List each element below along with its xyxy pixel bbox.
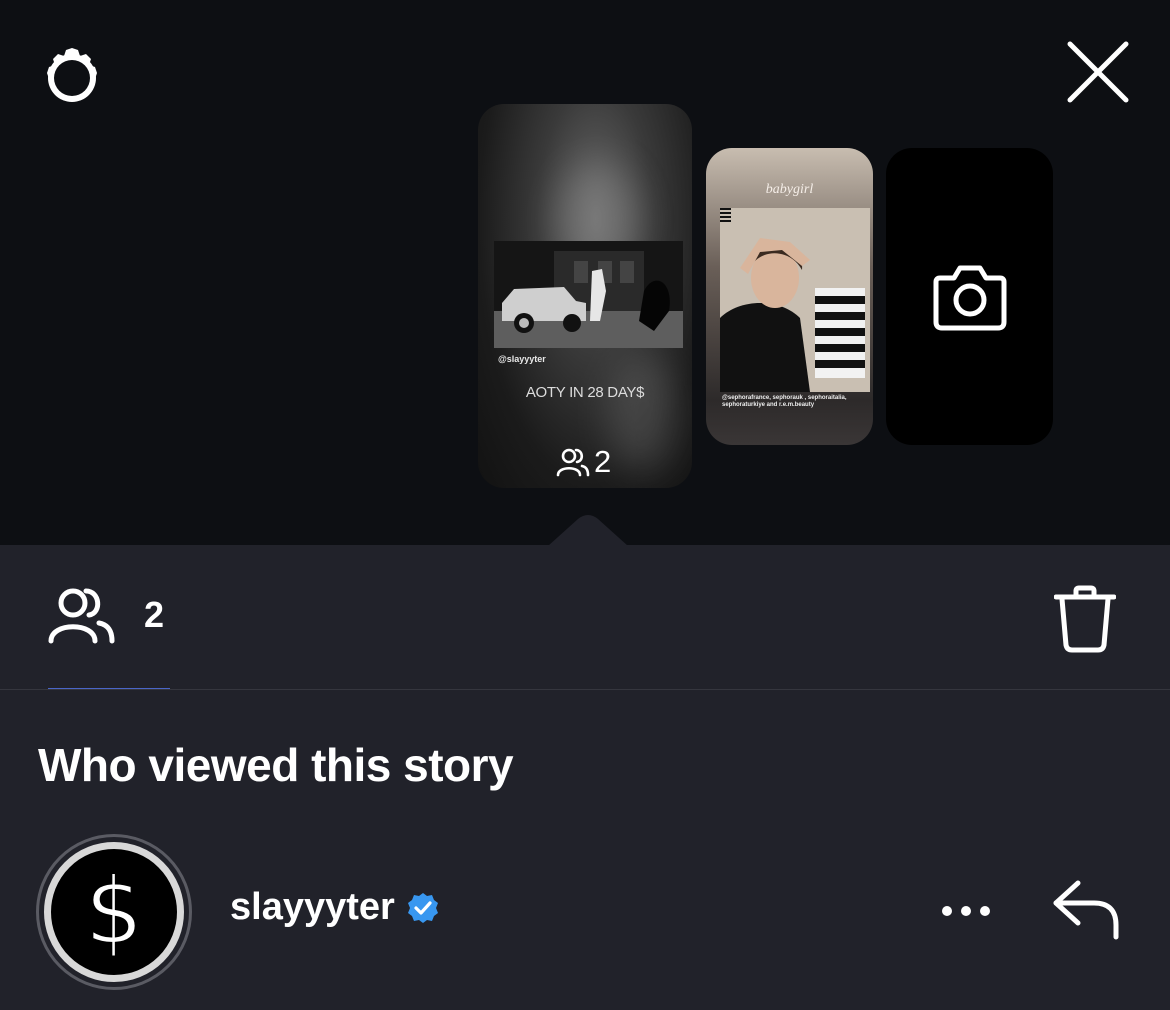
story-card-current[interactable]: @slayyyter AOTY IN 28 DAY$ 2 <box>478 104 692 488</box>
more-options-button[interactable] <box>930 878 1002 944</box>
reply-arrow-icon <box>1053 880 1119 940</box>
viewers-tab[interactable]: 2 <box>48 586 164 644</box>
story-photo <box>720 208 870 392</box>
username-text: slayyyter <box>230 886 395 928</box>
story-viewer-number: 2 <box>594 444 612 479</box>
close-icon <box>1067 41 1129 103</box>
story-photo <box>494 241 683 348</box>
story-stats-bar: 2 <box>0 546 1170 690</box>
viewers-icon <box>556 448 590 477</box>
story-viewer-count[interactable]: 2 <box>556 444 611 480</box>
trash-icon <box>1054 585 1116 653</box>
selected-card-pointer <box>548 515 628 546</box>
viewers-count: 2 <box>144 594 165 635</box>
reply-button[interactable] <box>1046 874 1126 944</box>
settings-button[interactable] <box>32 38 112 118</box>
delete-story-button[interactable] <box>1050 582 1120 656</box>
avatar-symbol: $ <box>84 858 145 965</box>
story-handle: @slayyyter <box>498 354 546 364</box>
story-caption: AOTY IN 28 DAY$ <box>525 384 645 401</box>
avatar[interactable]: $ <box>36 834 192 990</box>
close-button[interactable] <box>1058 32 1138 112</box>
viewer-list-item[interactable]: $ slayyyter <box>0 832 1170 992</box>
divider <box>0 689 1170 690</box>
camera-icon <box>933 265 1006 330</box>
story-card-next[interactable]: babygirl @sephorafrance, sephorauk , sep… <box>706 148 873 445</box>
add-story-card[interactable] <box>886 148 1053 445</box>
story-tags: @sephorafrance, sephorauk , sephoraitali… <box>722 395 847 408</box>
viewer-username[interactable]: slayyyter <box>230 886 439 929</box>
verified-badge-icon <box>407 892 438 923</box>
section-title: Who viewed this story <box>38 739 514 791</box>
story-title: babygirl <box>765 182 814 197</box>
more-icon <box>942 906 990 916</box>
viewers-icon <box>48 588 115 644</box>
menu-lines-icon <box>720 208 731 224</box>
gear-icon <box>47 48 97 102</box>
